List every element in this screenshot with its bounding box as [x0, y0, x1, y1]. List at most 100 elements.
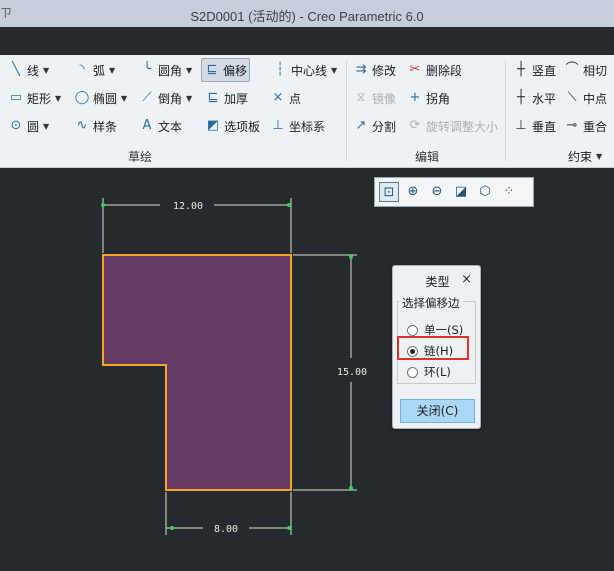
ellipse-tool[interactable]: ◯ 椭圆 ▼ [72, 88, 129, 108]
centerline-tool[interactable]: ┆ 中心线 ▼ [270, 60, 339, 80]
chevron-down-icon[interactable]: ▼ [43, 122, 49, 131]
dimension-anchor [349, 486, 353, 490]
arc-tool[interactable]: ◝ 弧 ▼ [72, 60, 117, 80]
constrain-group-label: 约束 [568, 149, 593, 164]
midpoint-constraint[interactable]: ⟍ 中点 [562, 88, 609, 108]
dimension-anchor [287, 203, 291, 207]
chevron-down-icon[interactable]: ▼ [55, 94, 61, 103]
delete-segment-tool[interactable]: ✂ 删除段 [405, 60, 464, 80]
text-tool[interactable]: A 文本 [137, 116, 184, 136]
tangent-constraint[interactable]: ⌒ 相切 [562, 60, 609, 80]
coordinate-system-tool[interactable]: ⊥ 坐标系 [268, 116, 327, 136]
dimension-top-width[interactable]: 12.00 [101, 198, 292, 253]
chevron-down-icon[interactable]: ▼ [43, 66, 49, 75]
dimension-bottom-width[interactable]: 8.00 [165, 492, 292, 535]
display-filter-icon[interactable]: ⁘ [499, 182, 519, 202]
coincident-label: 重合 [583, 119, 608, 134]
dimension-anchor [287, 526, 291, 530]
sketch-group-label: 草绘 [128, 150, 153, 164]
centerline-icon: ┆ [276, 62, 284, 77]
chamfer-tool[interactable]: ⟋ 倒角 ▼ [137, 88, 194, 108]
midpoint-label: 中点 [583, 91, 608, 106]
thicken-label: 加厚 [224, 91, 249, 106]
vertical-label: 竖直 [532, 63, 557, 78]
dimension-height[interactable]: 15.00 [293, 254, 367, 491]
sketch-canvas[interactable]: 12.00 15.00 8.00 [0, 168, 614, 571]
spline-tool[interactable]: ∿ 样条 [72, 116, 119, 136]
point-label: 点 [289, 91, 302, 106]
fillet-label: 圆角 [158, 63, 183, 78]
repaint-icon[interactable]: ◪ [451, 182, 471, 202]
fillet-icon: ╰ [143, 62, 151, 77]
line-tool[interactable]: ╲ 线 ▼ [6, 60, 51, 80]
line-label: 线 [27, 63, 40, 78]
rectangle-icon: ▭ [9, 90, 23, 105]
chevron-down-icon[interactable]: ▼ [121, 94, 127, 103]
palette-label: 选项板 [224, 119, 261, 134]
dialog-close-button[interactable]: 关闭(C) [400, 399, 475, 423]
vertical-constraint[interactable]: ┼ 竖直 [511, 60, 558, 80]
circle-tool[interactable]: ⊙ 圆 ▼ [6, 116, 51, 136]
chevron-down-icon[interactable]: ▼ [109, 66, 115, 75]
zoom-out-icon[interactable]: ⊖ [427, 182, 447, 202]
annotation-highlight-box [397, 336, 469, 360]
chevron-down-icon[interactable]: ▼ [186, 94, 192, 103]
point-icon: × [272, 90, 284, 105]
radio-loop-indicator[interactable] [407, 366, 418, 378]
offset-tool[interactable]: ⊑ 偏移 [201, 58, 251, 82]
coordinate-system-icon: ⊥ [272, 118, 284, 133]
tangent-icon: ⌒ [565, 62, 579, 77]
close-icon[interactable]: × [461, 272, 472, 287]
offset-label: 偏移 [223, 63, 248, 78]
arc-icon: ◝ [79, 62, 85, 77]
divide-icon: ↗ [355, 118, 367, 133]
horizontal-constraint[interactable]: ┼ 水平 [511, 88, 558, 108]
chevron-down-icon[interactable]: ▼ [186, 66, 192, 75]
palette-tool[interactable]: ◩ 选项板 [203, 116, 262, 136]
perpendicular-label: 垂直 [532, 119, 557, 134]
coincident-icon: ⊸ [566, 118, 578, 133]
palette-icon: ◩ [206, 118, 220, 133]
radio-single-indicator[interactable] [407, 324, 418, 336]
mirror-label: 镜像 [372, 91, 397, 106]
point-tool[interactable]: × 点 [268, 88, 303, 108]
title-bar: ㄗ S2D0001 (活动的) - Creo Parametric 6.0 [0, 0, 614, 27]
ribbon: ╲ 线 ▼ ◝ 弧 ▼ ╰ 圆角 ▼ ⊑ 偏移 ┆ 中心线 ▼ ▭ 矩形 ▼ ◯… [0, 55, 614, 168]
dimension-anchor [349, 255, 353, 259]
modify-label: 修改 [372, 63, 397, 78]
offset-icon: ⊑ [206, 62, 218, 77]
rotate-resize-tool[interactable]: ⟳ 旋转调整大小 [405, 116, 500, 136]
line-icon: ╲ [12, 62, 20, 77]
window-title: S2D0001 (活动的) - Creo Parametric 6.0 [190, 9, 424, 24]
radio-loop[interactable]: 环(L) [407, 364, 451, 380]
horizontal-label: 水平 [532, 91, 557, 106]
thicken-tool[interactable]: ⊑ 加厚 [203, 88, 250, 108]
rotate-icon: ⟳ [409, 118, 421, 133]
divide-label: 分割 [372, 119, 397, 134]
divide-tool[interactable]: ↗ 分割 [351, 116, 398, 136]
modify-icon: ⇉ [355, 62, 367, 77]
constrain-group-menu[interactable]: 约束 ▼ [566, 146, 604, 166]
group-separator [346, 61, 347, 161]
zoom-fit-icon[interactable]: ⊡ [379, 182, 399, 202]
dimension-anchor [101, 203, 105, 207]
coincident-constraint[interactable]: ⊸ 重合 [562, 116, 609, 136]
fillet-tool[interactable]: ╰ 圆角 ▼ [137, 60, 194, 80]
view-toolbar: ⊡ ⊕ ⊖ ◪ ⬡ ⁘ [374, 177, 534, 207]
circle-label: 圆 [27, 119, 40, 134]
shading-icon[interactable]: ⬡ [475, 182, 495, 202]
sketch-profile[interactable] [102, 254, 292, 491]
dimension-top-width-text[interactable]: 12.00 [173, 201, 203, 212]
corner-tool[interactable]: + 拐角 [405, 88, 452, 108]
dimension-bottom-width-text[interactable]: 8.00 [214, 524, 238, 535]
dimension-height-text[interactable]: 15.00 [337, 367, 367, 378]
text-icon: A [142, 118, 152, 133]
rectangle-label: 矩形 [27, 91, 52, 106]
rectangle-tool[interactable]: ▭ 矩形 ▼ [6, 88, 63, 108]
mirror-tool[interactable]: ⧖ 镜像 [351, 88, 398, 108]
dimension-anchor [170, 526, 174, 530]
modify-tool[interactable]: ⇉ 修改 [351, 60, 398, 80]
zoom-in-icon[interactable]: ⊕ [403, 182, 423, 202]
chevron-down-icon[interactable]: ▼ [331, 66, 337, 75]
perpendicular-constraint[interactable]: ⊥ 垂直 [511, 116, 558, 136]
